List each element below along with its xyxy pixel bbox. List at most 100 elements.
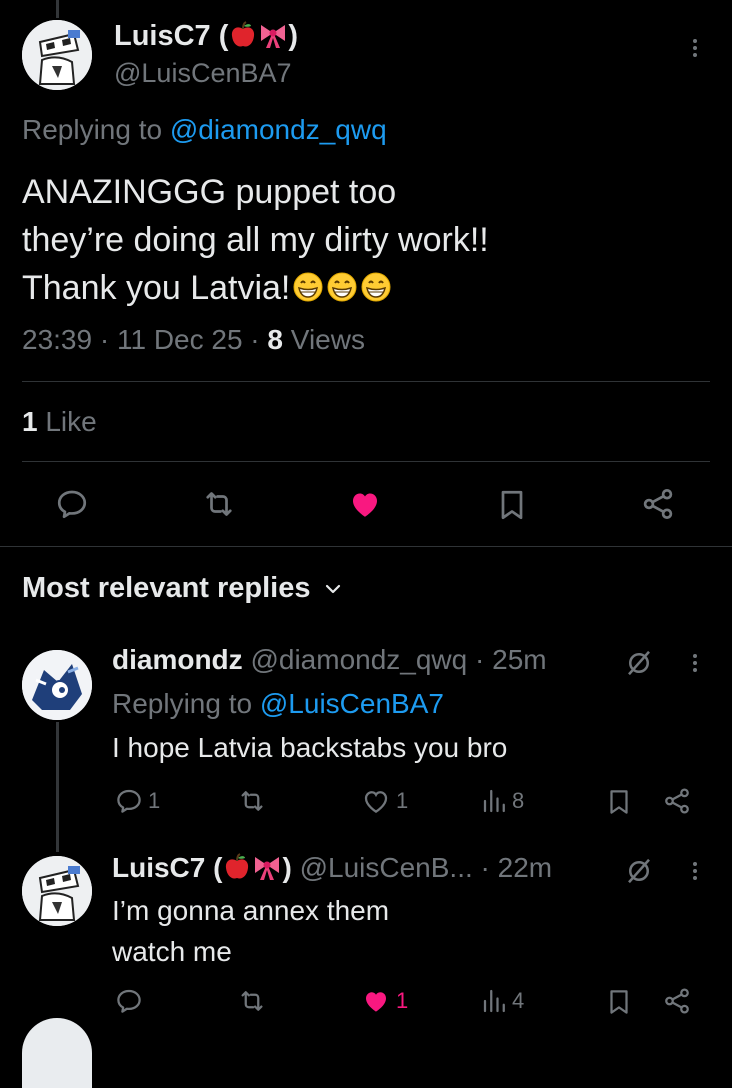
- display-name-close: ): [282, 852, 292, 883]
- tweet-text-line: they’re doing all my dirty work!!: [22, 221, 489, 259]
- thread-line: [56, 722, 59, 852]
- like-count: 1: [396, 988, 409, 1013]
- like-button[interactable]: [346, 486, 384, 522]
- divider: [22, 461, 710, 462]
- apple-emoji: [226, 853, 249, 879]
- meta-separator: ·: [242, 324, 268, 355]
- divider: [0, 546, 732, 547]
- avatar[interactable]: [22, 856, 92, 926]
- views-count: 4: [512, 988, 525, 1013]
- reply-text-line: I’m gonna annex them: [112, 895, 390, 926]
- chevron-down-icon: [325, 584, 340, 593]
- reply-text: I’m gonna annex them watch me: [112, 890, 389, 972]
- tweet-text-line-3: Thank you Latvia!: [22, 269, 291, 307]
- grinning-emoji: [361, 272, 391, 302]
- bookmark-icon: [610, 990, 628, 1014]
- views-count: 8: [512, 788, 525, 813]
- thread-line-top: [56, 0, 59, 18]
- reply-text-line: watch me: [112, 936, 232, 967]
- reply-age[interactable]: · 22m: [481, 852, 553, 883]
- tweet-text: ANAZINGGG puppet too they’re doing all m…: [22, 168, 489, 312]
- share-button[interactable]: [662, 986, 692, 1016]
- reply-icon: [117, 789, 141, 813]
- bookmark-icon: [501, 490, 523, 520]
- display-name-close: ): [288, 20, 299, 52]
- retweet-button[interactable]: [236, 786, 268, 816]
- handle[interactable]: @LuisCenB...: [300, 852, 473, 883]
- retweet-button[interactable]: [236, 986, 268, 1016]
- replies-sort-button[interactable]: Most relevant replies: [22, 572, 343, 605]
- more-icon[interactable]: [692, 651, 698, 675]
- display-name[interactable]: LuisC7 (: [112, 852, 222, 883]
- bookmark-icon: [610, 790, 628, 814]
- share-icon: [665, 988, 689, 1014]
- display-name[interactable]: LuisC7 (: [114, 20, 228, 52]
- views-button[interactable]: 8: [482, 786, 524, 816]
- views-button[interactable]: 4: [482, 986, 524, 1016]
- share-button[interactable]: [662, 786, 692, 816]
- reply-age[interactable]: · 25m: [475, 644, 547, 675]
- likes-summary[interactable]: 1 Like: [22, 406, 97, 438]
- share-button[interactable]: [640, 486, 676, 522]
- replying-to-link[interactable]: @diamondz_qwq: [170, 114, 387, 145]
- meta-separator: ·: [92, 324, 117, 355]
- avatar[interactable]: [22, 650, 92, 720]
- likes-label: Like: [37, 406, 97, 437]
- avatar[interactable]: [22, 20, 92, 90]
- replying-prefix: Replying to: [22, 114, 170, 145]
- author-name[interactable]: LuisC7 (): [114, 20, 298, 53]
- views-count: 8: [267, 324, 283, 355]
- reply-text: I hope Latvia backstabs you bro: [112, 732, 508, 763]
- retweet-icon: [241, 991, 263, 1011]
- tweet-date[interactable]: 11 Dec 25: [117, 324, 243, 355]
- replying-to-link[interactable]: @LuisCenBA7: [260, 688, 444, 719]
- bow-emoji: [255, 857, 280, 880]
- author-handle[interactable]: @LuisCenBA7: [114, 58, 292, 89]
- bookmark-button[interactable]: [604, 786, 634, 818]
- replies-sort-label: Most relevant replies: [22, 572, 311, 604]
- heart-icon: [353, 493, 377, 517]
- apple-emoji: [232, 21, 255, 47]
- replying-to: Replying to @LuisCenBA7: [112, 688, 444, 720]
- like-button[interactable]: 1: [360, 986, 408, 1016]
- tweet-text-line: ANAZINGGG puppet too: [22, 173, 397, 211]
- bookmark-button[interactable]: [604, 986, 634, 1018]
- more-icon[interactable]: [692, 36, 698, 60]
- reply-button[interactable]: [54, 486, 90, 522]
- reply-header: diamondz @diamondz_qwq · 25m: [112, 644, 547, 676]
- views-icon: [483, 789, 505, 813]
- display-name[interactable]: diamondz: [112, 644, 243, 675]
- replying-prefix: Replying to: [112, 688, 260, 719]
- retweet-button[interactable]: [200, 486, 238, 522]
- reply-button[interactable]: [114, 986, 144, 1016]
- reply-header: LuisC7 () @LuisCenB... · 22m: [112, 852, 552, 884]
- heart-icon: [366, 992, 386, 1012]
- avatar[interactable]: [22, 1018, 92, 1088]
- views-icon: [483, 989, 505, 1013]
- grok-icon[interactable]: [624, 648, 654, 678]
- like-button[interactable]: 1: [360, 786, 408, 816]
- grok-icon[interactable]: [624, 856, 654, 886]
- views-label: Views: [283, 324, 365, 355]
- share-icon: [643, 489, 673, 519]
- retweet-icon: [206, 492, 232, 516]
- reply-button[interactable]: 1: [114, 786, 160, 816]
- bookmark-button[interactable]: [494, 486, 530, 524]
- retweet-icon: [241, 791, 263, 811]
- share-icon: [665, 788, 689, 814]
- likes-count: 1: [22, 406, 38, 437]
- divider: [22, 381, 710, 382]
- heart-icon: [364, 791, 388, 813]
- bow-emoji: [261, 25, 286, 48]
- reply-count: 1: [148, 788, 161, 813]
- reply-icon: [117, 989, 141, 1013]
- replying-to: Replying to @diamondz_qwq: [22, 114, 387, 146]
- tweet-time[interactable]: 23:39: [22, 324, 92, 355]
- tweet-meta: 23:39 · 11 Dec 25 · 8 Views: [22, 324, 365, 356]
- reply-icon: [57, 490, 87, 519]
- like-count: 1: [396, 788, 409, 813]
- grinning-emoji: [293, 272, 323, 302]
- more-icon[interactable]: [692, 859, 698, 883]
- grinning-emoji: [327, 272, 357, 302]
- handle[interactable]: @diamondz_qwq: [250, 644, 467, 675]
